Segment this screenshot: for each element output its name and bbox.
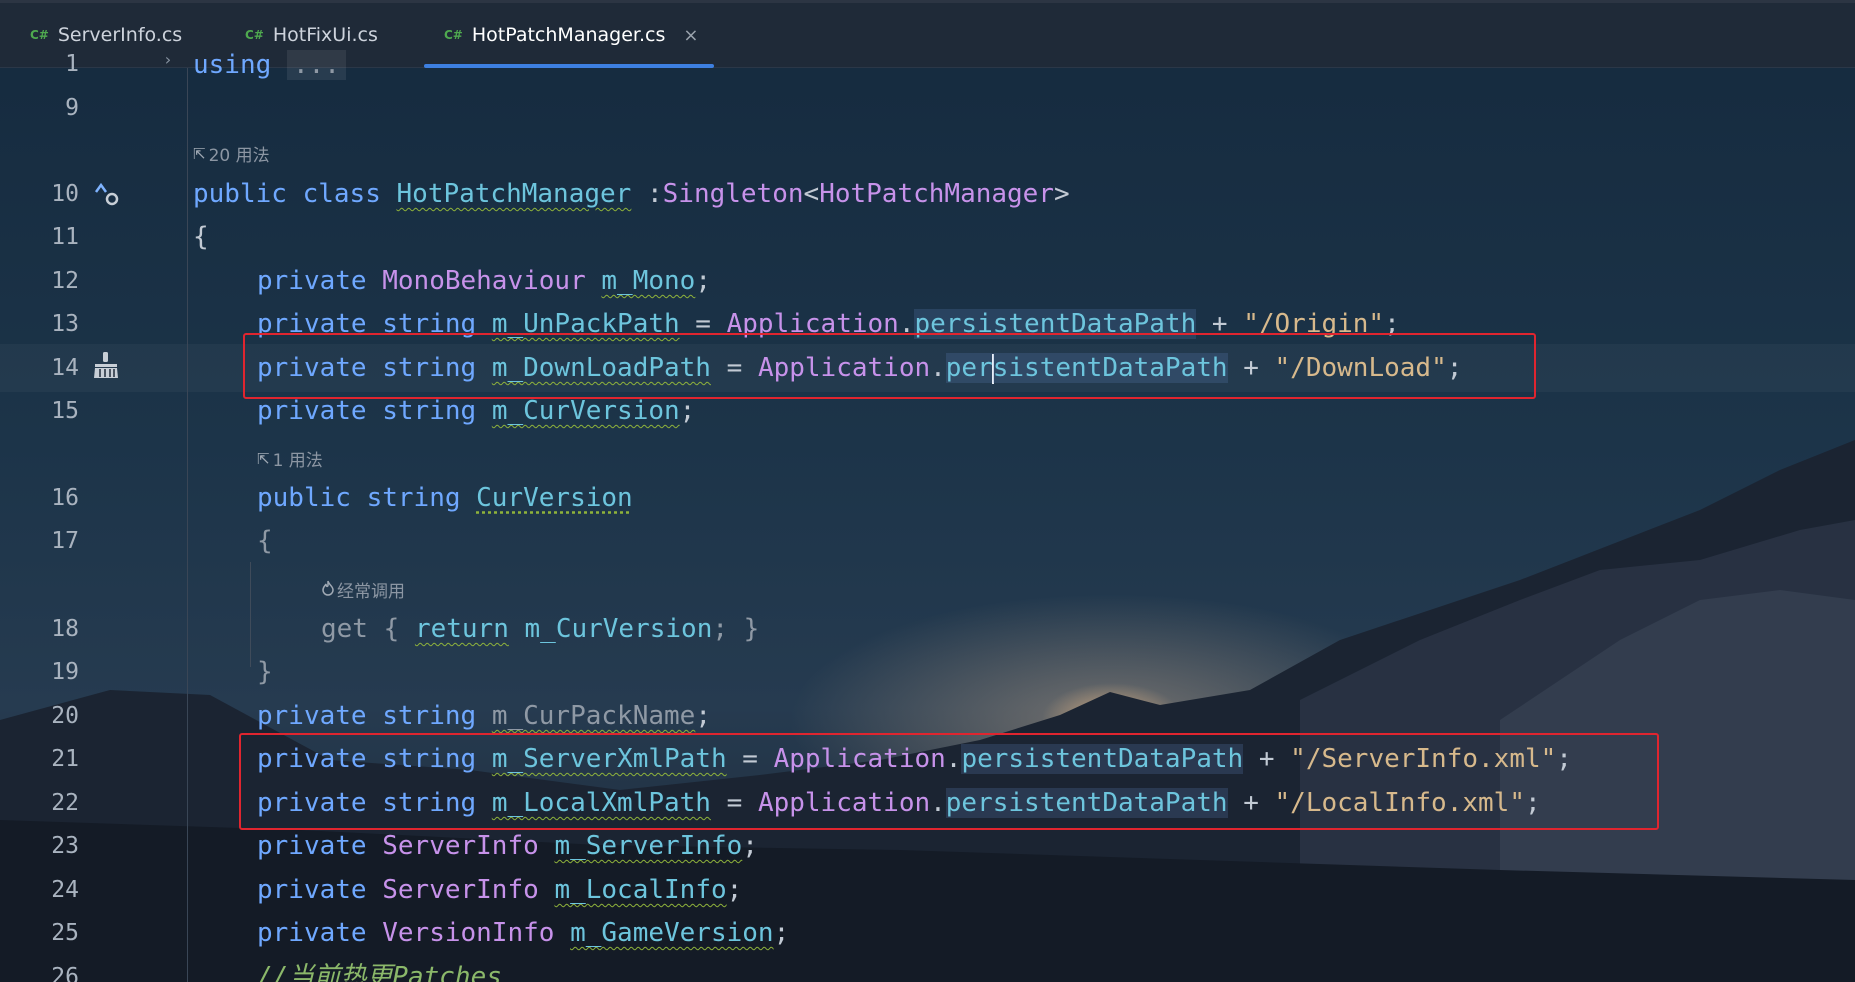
code-line-24[interactable]: private ServerInfo m_LocalInfo; (257, 873, 742, 907)
line-number: 17 (51, 528, 79, 554)
line-number: 16 (51, 485, 79, 511)
line-number: 18 (51, 616, 79, 642)
code-line-20[interactable]: private string m_CurPackName; (257, 699, 711, 733)
line-number: 21 (51, 746, 79, 772)
override-indicator-icon[interactable] (92, 178, 122, 214)
code-line-18[interactable]: get { return m_CurVersion; } (321, 612, 759, 646)
code-editor-window: C# ServerInfo.cs C# HotFixUi.cs C# HotPa… (0, 0, 1855, 982)
line-number: 22 (51, 790, 79, 816)
code-line-16[interactable]: public string CurVersion (257, 481, 633, 515)
tab-hotpatchmanager[interactable]: C# HotPatchManager.cs × (444, 3, 698, 67)
usage-link-icon: ⇱ (257, 449, 270, 468)
line-number: 23 (51, 833, 79, 859)
code-line-1[interactable]: using ... (193, 48, 346, 82)
line-number: 26 (51, 964, 79, 982)
code-line-15[interactable]: private string m_CurVersion; (257, 394, 695, 428)
line-number: 20 (51, 703, 79, 729)
usage-link-icon: ⇱ (193, 144, 206, 163)
code-line-11[interactable]: { (193, 220, 209, 254)
close-icon[interactable]: × (683, 25, 698, 46)
active-tab-indicator (424, 64, 714, 68)
csharp-file-icon: C# (30, 28, 49, 42)
line-number: 14 (51, 355, 79, 381)
code-line-19[interactable]: } (257, 655, 273, 689)
line-number: 10 (51, 181, 79, 207)
tab-label: ServerInfo.cs (57, 24, 183, 46)
csharp-file-icon: C# (444, 28, 463, 42)
fold-arrow-icon[interactable]: › (163, 50, 173, 69)
folded-region[interactable]: ... (286, 50, 346, 80)
code-line-10[interactable]: public class HotPatchManager :Singleton<… (193, 177, 1070, 211)
line-number: 13 (51, 311, 79, 337)
line-number: 12 (51, 268, 79, 294)
csharp-file-icon: C# (245, 28, 264, 42)
usages-hint[interactable]: ⇱ 20 用法 (193, 141, 270, 167)
annotation-box-xmlpaths (239, 733, 1659, 830)
fire-icon (322, 580, 334, 600)
code-line-26[interactable]: //当前热更Patches (257, 960, 502, 982)
line-number: 9 (65, 95, 79, 121)
annotation-box-downloadpath (243, 333, 1536, 399)
code-line-25[interactable]: private VersionInfo m_GameVersion; (257, 916, 789, 950)
frequently-called-hint: 经常调用 (322, 577, 405, 602)
usages-hint[interactable]: ⇱ 1 用法 (257, 446, 323, 472)
code-line-17[interactable]: { (257, 524, 273, 558)
gutter-separator (187, 68, 188, 982)
line-number: 11 (51, 224, 79, 250)
code-line-23[interactable]: private ServerInfo m_ServerInfo; (257, 829, 758, 863)
tab-label: HotPatchManager.cs (471, 24, 666, 46)
indent-guide (250, 562, 251, 667)
line-number: 15 (51, 398, 79, 424)
code-line-12[interactable]: private MonoBehaviour m_Mono; (257, 264, 711, 298)
line-number: 1 (65, 51, 79, 77)
line-number: 25 (51, 920, 79, 946)
broom-icon[interactable] (92, 350, 120, 386)
line-number: 24 (51, 877, 79, 903)
tab-label: HotFixUi.cs (272, 24, 378, 46)
line-number: 19 (51, 659, 79, 685)
